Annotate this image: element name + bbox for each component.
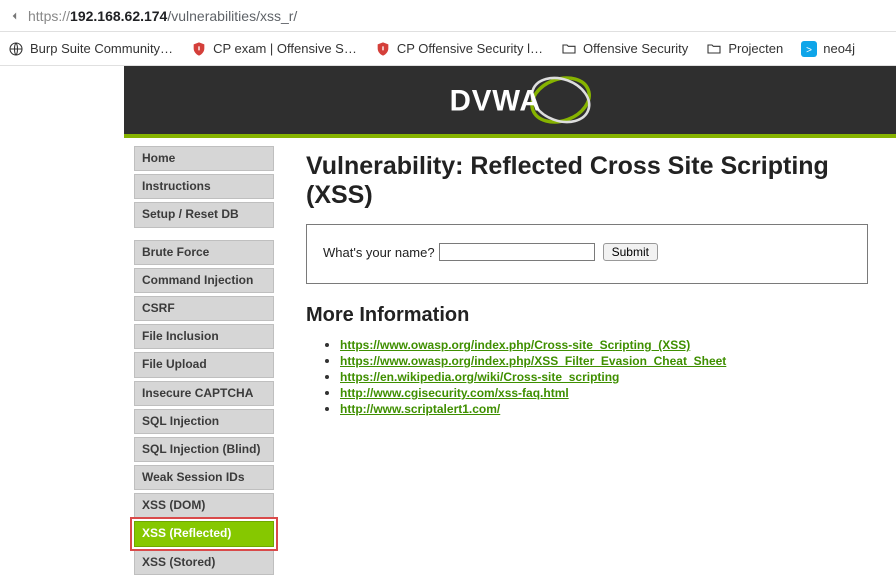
list-item: http://www.scriptalert1.com/ (340, 401, 880, 416)
sidebar-item-instructions[interactable]: Instructions (134, 174, 274, 199)
list-item: https://www.owasp.org/index.php/Cross-si… (340, 337, 880, 352)
bookmark-label: Burp Suite Community… (30, 41, 173, 56)
info-link[interactable]: http://www.scriptalert1.com/ (340, 402, 500, 416)
sidebar-item-insecure-captcha[interactable]: Insecure CAPTCHA (134, 381, 274, 406)
folder-icon (706, 41, 722, 57)
info-link[interactable]: https://en.wikipedia.org/wiki/Cross-site… (340, 370, 619, 384)
page-title: Vulnerability: Reflected Cross Site Scri… (306, 152, 880, 210)
bookmark-label: Offensive Security (583, 41, 688, 56)
sidebar-item-setup[interactable]: Setup / Reset DB (134, 202, 274, 227)
more-info-heading: More Information (306, 304, 880, 327)
sidebar-item-command-injection[interactable]: Command Injection (134, 268, 274, 293)
menu-group-general: Home Instructions Setup / Reset DB (134, 146, 274, 228)
name-form: What's your name? Submit (306, 224, 868, 284)
url-scheme: https:// (28, 8, 70, 24)
sidebar-item-csrf[interactable]: CSRF (134, 296, 274, 321)
bookmarks-bar: Burp Suite Community… CP exam | Offensiv… (0, 32, 896, 66)
sidebar-item-file-upload[interactable]: File Upload (134, 352, 274, 377)
dvwa-logo: DVWA (415, 74, 606, 126)
address-bar[interactable]: https://192.168.62.174/vulnerabilities/x… (0, 0, 896, 32)
caret-left-icon (8, 9, 22, 23)
globe-icon (8, 41, 24, 57)
dvwa-app: DVWA Home Instructions Setup / Reset DB … (124, 66, 896, 587)
list-item: https://www.owasp.org/index.php/XSS_Filt… (340, 353, 880, 368)
bookmark-label: neo4j (823, 41, 855, 56)
url-path: /vulnerabilities/xss_r/ (167, 8, 297, 24)
sidebar-nav: Home Instructions Setup / Reset DB Brute… (124, 138, 284, 587)
main-content: Vulnerability: Reflected Cross Site Scri… (284, 138, 896, 417)
name-input[interactable] (439, 243, 595, 261)
sidebar-item-sql-injection-blind[interactable]: SQL Injection (Blind) (134, 437, 274, 462)
sidebar-item-xss-dom[interactable]: XSS (DOM) (134, 493, 274, 518)
bookmark-label: CP Offensive Security l… (397, 41, 543, 56)
bookmark-label: CP exam | Offensive S… (213, 41, 357, 56)
list-item: https://en.wikipedia.org/wiki/Cross-site… (340, 369, 880, 384)
info-link[interactable]: https://www.owasp.org/index.php/Cross-si… (340, 338, 690, 352)
shield-icon (375, 41, 391, 57)
sidebar-item-weak-session-ids[interactable]: Weak Session IDs (134, 465, 274, 490)
info-links-list: https://www.owasp.org/index.php/Cross-si… (306, 337, 880, 416)
info-link[interactable]: https://www.owasp.org/index.php/XSS_Filt… (340, 354, 726, 368)
svg-text:DVWA: DVWA (449, 84, 541, 117)
name-label: What's your name? (323, 245, 435, 260)
bookmark-projecten[interactable]: Projecten (706, 41, 783, 57)
app-header: DVWA (124, 66, 896, 138)
url-host: 192.168.62.174 (70, 8, 167, 24)
sidebar-item-xss-reflected[interactable]: XSS (Reflected) (134, 521, 274, 546)
bookmark-burp[interactable]: Burp Suite Community… (8, 41, 173, 57)
neo4j-icon: > (801, 41, 817, 57)
sidebar-item-sql-injection[interactable]: SQL Injection (134, 409, 274, 434)
menu-group-vulns: Brute Force Command Injection CSRF File … (134, 240, 274, 575)
bookmark-offensive-security[interactable]: Offensive Security (561, 41, 688, 57)
shield-icon (191, 41, 207, 57)
bookmark-neo4j[interactable]: > neo4j (801, 41, 855, 57)
list-item: http://www.cgisecurity.com/xss-faq.html (340, 385, 880, 400)
submit-button[interactable]: Submit (603, 243, 658, 261)
bookmark-cp-offsec[interactable]: CP Offensive Security l… (375, 41, 543, 57)
sidebar-item-xss-stored[interactable]: XSS (Stored) (134, 550, 274, 575)
sidebar-item-home[interactable]: Home (134, 146, 274, 171)
bookmark-label: Projecten (728, 41, 783, 56)
bookmark-cp-exam[interactable]: CP exam | Offensive S… (191, 41, 357, 57)
info-link[interactable]: http://www.cgisecurity.com/xss-faq.html (340, 386, 569, 400)
svg-text:>: > (806, 45, 812, 56)
sidebar-item-file-inclusion[interactable]: File Inclusion (134, 324, 274, 349)
folder-icon (561, 41, 577, 57)
sidebar-item-brute-force[interactable]: Brute Force (134, 240, 274, 265)
